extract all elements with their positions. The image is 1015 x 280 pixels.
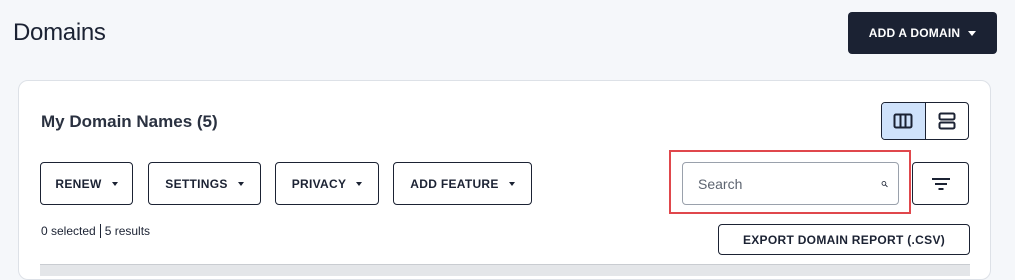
filter-icon xyxy=(931,177,950,190)
renew-dropdown[interactable]: RENEW xyxy=(40,162,133,205)
add-feature-label: ADD FEATURE xyxy=(410,176,499,191)
export-domain-report-button[interactable]: EXPORT DOMAIN REPORT (.CSV) xyxy=(718,224,970,255)
rows-icon xyxy=(938,112,956,130)
settings-dropdown[interactable]: SETTINGS xyxy=(148,162,261,205)
selection-summary: 0 selected 5 results xyxy=(41,224,150,238)
renew-label: RENEW xyxy=(55,176,102,191)
row-view-toggle[interactable] xyxy=(926,103,969,139)
chevron-down-icon xyxy=(508,181,515,186)
add-domain-label: ADD A DOMAIN xyxy=(868,26,961,40)
filter-button[interactable] xyxy=(912,162,969,205)
privacy-dropdown[interactable]: PRIVACY xyxy=(275,162,379,205)
chevron-down-icon xyxy=(237,181,244,186)
export-label: EXPORT DOMAIN REPORT (.CSV) xyxy=(742,232,946,247)
column-view-toggle[interactable] xyxy=(882,103,926,139)
chevron-down-icon xyxy=(356,181,363,186)
table-header xyxy=(40,264,970,276)
search-icon[interactable] xyxy=(881,175,888,193)
view-toggle xyxy=(881,102,969,140)
domain-list-card: My Domain Names (5) RENEW SETTINGS PRIVA… xyxy=(18,80,991,280)
selected-count: 0 selected xyxy=(41,224,96,238)
settings-label: SETTINGS xyxy=(165,176,228,191)
add-feature-dropdown[interactable]: ADD FEATURE xyxy=(393,162,532,205)
chevron-down-icon xyxy=(111,181,118,186)
divider xyxy=(99,224,101,238)
columns-icon xyxy=(893,113,913,129)
card-title: My Domain Names (5) xyxy=(41,112,218,131)
page-title: Domains xyxy=(13,19,106,46)
results-count: 5 results xyxy=(104,224,151,238)
chevron-down-icon xyxy=(968,30,977,36)
search-input[interactable] xyxy=(696,174,881,193)
add-domain-button[interactable]: ADD A DOMAIN xyxy=(848,12,997,54)
privacy-label: PRIVACY xyxy=(291,176,347,191)
search-box xyxy=(682,162,899,205)
